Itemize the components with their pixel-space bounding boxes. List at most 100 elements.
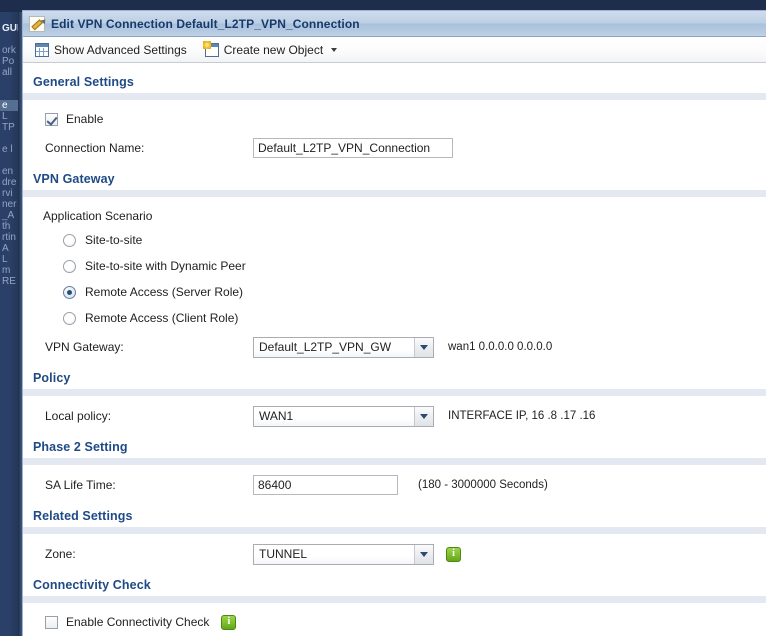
connection-name-label: Connection Name:	[45, 141, 145, 155]
vpn-gateway-hint: wan1 0.0.0.0 0.0.0.0	[448, 341, 553, 353]
section-title-related-settings: Related Settings	[33, 509, 133, 523]
sidebar-fragment[interactable]: TP	[0, 122, 18, 133]
sidebar-fragment[interactable]: RE	[0, 276, 18, 287]
enable-connectivity-check-checkbox[interactable]	[45, 615, 58, 629]
sidebar-fragment[interactable]: m	[0, 265, 18, 276]
section-title-policy: Policy	[33, 371, 71, 385]
section-body-vpn-gateway: Application Scenario Site-to-site Site-t…	[23, 197, 766, 371]
dialog-body: General Settings Enable Connection Name:…	[23, 63, 766, 636]
zone-label: Zone:	[45, 547, 76, 561]
sidebar-fragment[interactable]: L	[0, 254, 18, 265]
zone-selected-value: TUNNEL	[259, 547, 308, 561]
background-navigation-sidebar[interactable]: GUI ork Po all e L TP e l en dre rvi ner…	[0, 12, 18, 636]
radio-remote-access-server-role[interactable]	[63, 285, 76, 299]
section-related-settings: Related Settings Zone: TUNNEL i	[23, 509, 766, 578]
sa-life-time-row: SA Life Time: (180 - 3000000 Seconds)	[23, 473, 766, 497]
enable-checkbox[interactable]	[45, 112, 58, 126]
sidebar-fragment[interactable]: th	[0, 221, 18, 232]
scenario-option-site-to-site[interactable]: Site-to-site	[23, 227, 766, 253]
radio-label: Site-to-site	[85, 233, 143, 247]
radio-remote-access-client-role[interactable]	[63, 311, 76, 325]
local-policy-label: Local policy:	[45, 409, 112, 423]
section-title-vpn-gateway: VPN Gateway	[33, 172, 115, 186]
local-policy-hint: INTERFACE IP, 16 .8 .17 .16	[448, 410, 596, 422]
dialog-title-bar: Edit VPN Connection Default_L2TP_VPN_Con…	[23, 11, 766, 37]
section-general-settings: General Settings Enable Connection Name:	[23, 75, 766, 172]
enable-connectivity-check-row[interactable]: Enable Connectivity Check i	[23, 611, 766, 633]
section-title-phase2-setting: Phase 2 Setting	[33, 440, 128, 454]
sidebar-fragment[interactable]: e l	[0, 144, 18, 155]
section-divider	[23, 93, 766, 100]
edit-vpn-connection-dialog: Edit VPN Connection Default_L2TP_VPN_Con…	[22, 10, 766, 636]
section-divider	[23, 190, 766, 197]
sidebar-fragment[interactable]: L	[0, 111, 18, 122]
scenario-option-remote-access-client[interactable]: Remote Access (Client Role)	[23, 305, 766, 331]
sidebar-fragment[interactable]: dre	[0, 177, 18, 188]
radio-site-to-site[interactable]	[63, 233, 76, 247]
sidebar-fragment[interactable]: en	[0, 166, 18, 177]
vpn-gateway-selected-value: Default_L2TP_VPN_GW	[259, 340, 392, 354]
sidebar-fragment[interactable]: all	[0, 67, 18, 78]
vpn-gateway-row: VPN Gateway: Default_L2TP_VPN_GW wan1 0.…	[23, 335, 766, 359]
section-title-general-settings: General Settings	[33, 75, 134, 89]
chevron-down-icon[interactable]	[414, 544, 433, 564]
show-advanced-settings-button[interactable]: Show Advanced Settings	[33, 40, 189, 60]
sidebar-fragment[interactable]: A	[0, 243, 18, 254]
info-icon[interactable]: i	[221, 614, 237, 630]
sidebar-fragment[interactable]: Po	[0, 56, 18, 67]
radio-label: Remote Access (Client Role)	[85, 311, 239, 325]
enable-connectivity-check-label: Enable Connectivity Check	[66, 615, 210, 629]
section-phase2-setting: Phase 2 Setting SA Life Time: (180 - 300…	[23, 440, 766, 509]
sidebar-fragment[interactable]: ner	[0, 199, 18, 210]
create-new-object-button[interactable]: Create new Object	[202, 40, 339, 60]
sidebar-fragment-selected[interactable]: e	[0, 100, 18, 111]
scenario-option-site-to-site-dynamic-peer[interactable]: Site-to-site with Dynamic Peer	[23, 253, 766, 279]
local-policy-select[interactable]: WAN1	[253, 405, 434, 427]
sidebar-fragment[interactable]: _A	[0, 210, 18, 221]
sidebar-fragment[interactable]: rtin	[0, 232, 18, 243]
sa-life-time-label: SA Life Time:	[45, 478, 116, 492]
show-advanced-settings-label: Show Advanced Settings	[54, 42, 187, 57]
radio-label: Site-to-site with Dynamic Peer	[85, 259, 246, 273]
section-body-general-settings: Enable Connection Name:	[23, 100, 766, 172]
zone-row: Zone: TUNNEL i	[23, 542, 766, 566]
section-body-connectivity-check: Enable Connectivity Check i Check Method…	[23, 603, 766, 636]
sa-life-time-input[interactable]	[253, 475, 398, 495]
scenario-option-remote-access-server[interactable]: Remote Access (Server Role)	[23, 279, 766, 305]
section-connectivity-check: Connectivity Check Enable Connectivity C…	[23, 578, 766, 636]
section-divider	[23, 458, 766, 465]
edit-pencil-icon	[29, 15, 45, 32]
section-vpn-gateway: VPN Gateway Application Scenario Site-to…	[23, 172, 766, 371]
section-divider	[23, 596, 766, 603]
section-body-related-settings: Zone: TUNNEL i	[23, 534, 766, 578]
chevron-down-icon[interactable]	[414, 337, 433, 357]
chevron-down-icon[interactable]	[331, 47, 338, 52]
application-scenario-label: Application Scenario	[43, 209, 153, 223]
create-new-object-label: Create new Object	[223, 42, 324, 57]
vpn-gateway-select[interactable]: Default_L2TP_VPN_GW	[253, 336, 434, 358]
sa-life-time-hint: (180 - 3000000 Seconds)	[418, 479, 548, 491]
radio-site-to-site-dynamic-peer[interactable]	[63, 259, 76, 273]
section-title-connectivity-check: Connectivity Check	[33, 578, 151, 592]
zone-select[interactable]: TUNNEL	[253, 543, 434, 565]
enable-checkbox-row[interactable]: Enable	[23, 108, 766, 130]
connection-name-row: Connection Name:	[23, 136, 766, 160]
section-policy: Policy Local policy: WAN1 INTERFACE IP, …	[23, 371, 766, 440]
sidebar-fragment[interactable]: ork	[0, 45, 18, 56]
sidebar-fragment[interactable]: rvi	[0, 188, 18, 199]
enable-label: Enable	[66, 112, 104, 126]
info-icon[interactable]: i	[446, 546, 461, 562]
grid-table-icon	[35, 42, 49, 57]
local-policy-selected-value: WAN1	[259, 409, 294, 423]
vpn-gateway-label: VPN Gateway:	[45, 340, 124, 354]
section-body-phase2-setting: SA Life Time: (180 - 3000000 Seconds)	[23, 465, 766, 509]
section-divider	[23, 527, 766, 534]
sidebar-fragment: GUI	[2, 23, 18, 34]
section-divider	[23, 389, 766, 396]
new-object-icon	[202, 40, 219, 57]
connection-name-input[interactable]	[253, 138, 453, 158]
chevron-down-icon[interactable]	[414, 406, 433, 426]
dialog-toolbar: Show Advanced Settings Create new Object	[23, 37, 766, 63]
local-policy-row: Local policy: WAN1 INTERFACE IP, 16 .8 .…	[23, 404, 766, 428]
dialog-title: Edit VPN Connection Default_L2TP_VPN_Con…	[51, 16, 360, 31]
